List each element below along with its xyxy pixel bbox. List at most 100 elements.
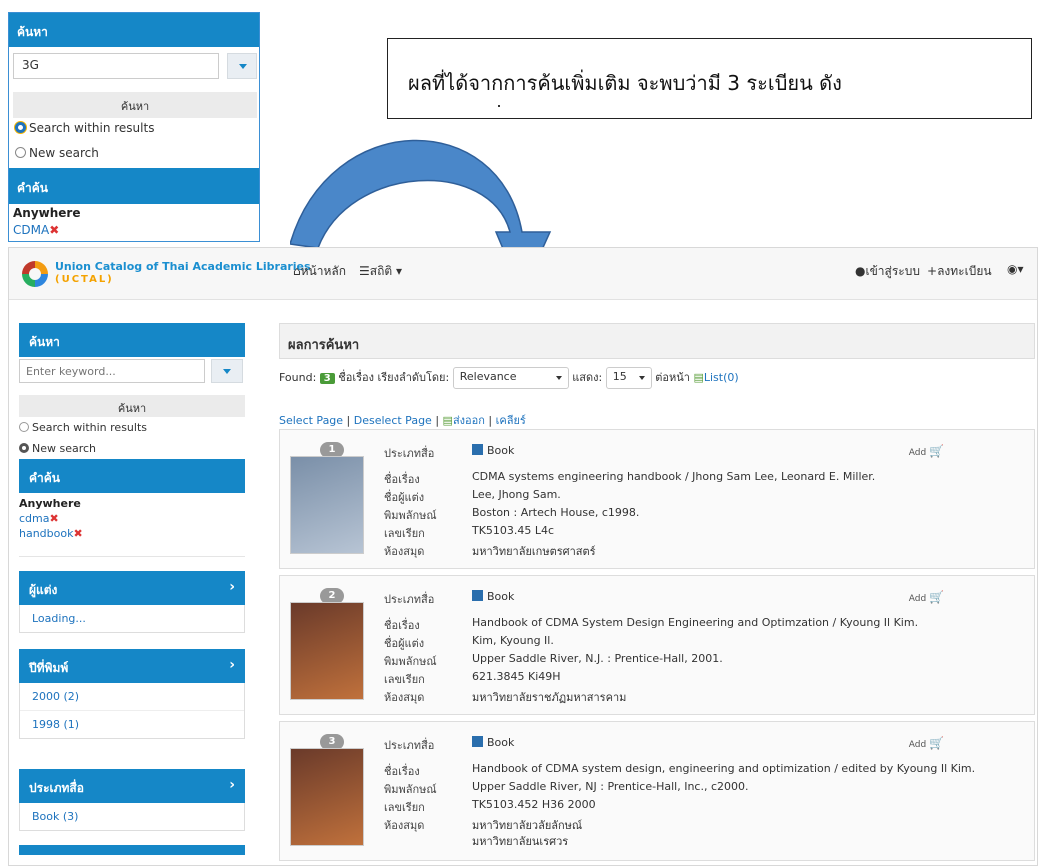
callno-value: 621.3845 Ki49H: [472, 670, 561, 683]
results-header: ผลการค้นหา: [279, 323, 1035, 359]
radio-selected-icon[interactable]: [19, 443, 29, 453]
facet-type-header[interactable]: ประเภทสื่อ ›: [19, 769, 245, 803]
book-cover-image[interactable]: [290, 748, 364, 846]
type-label: ประเภทสื่อ: [384, 739, 435, 752]
chevron-right-icon: ›: [229, 777, 235, 793]
home-icon: ⌂: [293, 264, 301, 278]
title-link[interactable]: CDMA systems engineering handbook / Jhon…: [472, 470, 875, 483]
title-label: ชื่อเรื่อง: [384, 473, 420, 486]
inset-term-label[interactable]: CDMA: [13, 223, 49, 237]
facet-author-header[interactable]: ผู้แต่ง ›: [19, 571, 245, 605]
results-toolbar: Found: 3 ชื่อเรื่อง เรียงลำดับโดย: Relev…: [279, 367, 1035, 391]
callout-dot: [498, 105, 500, 107]
inset-option-new[interactable]: New search: [15, 146, 99, 160]
cart-icon: 🛒: [929, 736, 944, 750]
term-label[interactable]: cdma: [19, 512, 50, 525]
radio-icon[interactable]: [19, 422, 29, 432]
author-label: ชื่อผู้แต่ง: [384, 637, 425, 650]
sidebar-term-cdma[interactable]: cdma✖: [19, 512, 245, 525]
sidebar-terms-header: คำค้น: [19, 459, 245, 493]
facet-year-item[interactable]: 1998 (1): [20, 710, 244, 738]
title-link[interactable]: Handbook of CDMA System Design Engineeri…: [472, 616, 918, 629]
book-icon: [472, 590, 483, 601]
list-link[interactable]: List(0): [704, 371, 739, 384]
publisher-label: พิมพลักษณ์: [384, 783, 437, 796]
callno-value: TK5103.452 H36 2000: [472, 798, 596, 811]
nav-stats-label: สถิติ: [369, 264, 393, 278]
library-link[interactable]: มหาวิทยาลัยนเรศวร: [472, 832, 568, 850]
nav-stats[interactable]: ☰สถิติ ▾: [359, 262, 402, 281]
caret-down-icon: ▾: [395, 264, 403, 278]
remove-icon[interactable]: ✖: [50, 512, 59, 525]
type-value: Book: [472, 444, 514, 457]
library-link[interactable]: มหาวิทยาลัยราชภัฏมหาสารคาม: [472, 688, 626, 706]
divider: [19, 556, 245, 557]
inset-option-within[interactable]: Search within results: [15, 121, 154, 135]
remove-icon[interactable]: ✖: [73, 527, 82, 540]
callno-value: TK5103.45 L4c: [472, 524, 555, 537]
library-link[interactable]: มหาวิทยาลัยเกษตรศาสตร์: [472, 542, 596, 560]
plus-icon: +: [927, 264, 938, 278]
catalog-screenshot: Union Catalog of Thai Academic Libraries…: [8, 247, 1038, 866]
nav-login[interactable]: ●เข้าสู่ระบบ: [855, 262, 920, 281]
facet-next-header[interactable]: [19, 845, 245, 855]
radio-icon[interactable]: [15, 147, 26, 158]
per-page-label: ต่อหน้า: [655, 371, 690, 384]
clear-link[interactable]: เคลียร์: [496, 414, 526, 427]
book-cover-image[interactable]: [290, 456, 364, 554]
library-label: ห้องสมุด: [384, 691, 425, 704]
facet-type-item[interactable]: Book (3): [20, 803, 244, 830]
nav-register-label: ลงทะเบียน: [937, 264, 992, 278]
sidebar-search-header: ค้นหา: [19, 323, 245, 357]
term-label[interactable]: handbook: [19, 527, 73, 540]
result-card: 2 ประเภทสื่อ Book ชื่อเรื่อง Handbook of…: [279, 575, 1035, 715]
inset-search-button[interactable]: ค้นหา: [13, 92, 257, 118]
author-value: Kim, Kyoung Il.: [472, 634, 554, 647]
inset-dropdown-button[interactable]: [227, 53, 257, 79]
deselect-page-link[interactable]: Deselect Page: [354, 414, 432, 427]
nav-register[interactable]: +ลงทะเบียน: [927, 262, 992, 281]
add-button[interactable]: Add 🛒: [909, 736, 944, 750]
add-button[interactable]: Add 🛒: [909, 590, 944, 604]
select-page-link[interactable]: Select Page: [279, 414, 343, 427]
facet-year-body: 2000 (2) 1998 (1): [19, 683, 245, 739]
callno-label: เลขเรียก: [384, 801, 425, 814]
export-icon: ▤: [442, 414, 453, 427]
facet-type-body: Book (3): [19, 803, 245, 831]
keyword-dropdown-button[interactable]: [211, 359, 243, 383]
facet-year-header[interactable]: ปีที่พิมพ์ ›: [19, 649, 245, 683]
result-card: 3 ประเภทสื่อ Book ชื่อเรื่อง Handbook of…: [279, 721, 1035, 861]
type-text: Book: [487, 444, 515, 457]
export-link[interactable]: ส่งออก: [453, 414, 485, 427]
sidebar-option-within[interactable]: Search within results: [19, 421, 245, 434]
sidebar-option-new[interactable]: New search: [19, 442, 245, 455]
callno-label: เลขเรียก: [384, 673, 425, 686]
title-link[interactable]: Handbook of CDMA system design, engineer…: [472, 762, 975, 775]
radio-selected-icon[interactable]: [15, 122, 26, 133]
brand-title[interactable]: Union Catalog of Thai Academic Libraries: [55, 260, 311, 273]
inset-term-cdma[interactable]: CDMA✖: [13, 223, 59, 237]
book-cover-image[interactable]: [290, 602, 364, 700]
facet-year-label: ปีที่พิมพ์: [29, 661, 69, 675]
inset-search-input[interactable]: 3G: [13, 53, 219, 79]
type-text: Book: [487, 590, 515, 603]
publisher-value: Upper Saddle River, NJ : Prentice-Hall, …: [472, 780, 749, 793]
sidebar-term-handbook[interactable]: handbook✖: [19, 527, 245, 540]
type-label: ประเภทสื่อ: [384, 593, 435, 606]
keyword-input[interactable]: [19, 359, 205, 383]
book-icon: [472, 444, 483, 455]
cart-icon: 🛒: [929, 590, 944, 604]
nav-home[interactable]: ⌂หน้าหลัก: [293, 262, 346, 281]
per-page-select[interactable]: 15: [605, 367, 652, 389]
remove-icon[interactable]: ✖: [49, 223, 59, 237]
nav-login-label: เข้าสู่ระบบ: [865, 264, 920, 278]
publisher-value: Boston : Artech House, c1998.: [472, 506, 640, 519]
sidebar-anywhere-label: Anywhere: [19, 497, 81, 510]
add-button[interactable]: Add 🛒: [909, 444, 944, 458]
facet-year-item[interactable]: 2000 (2): [20, 683, 244, 710]
publisher-label: พิมพลักษณ์: [384, 655, 437, 668]
list-icon: ▤: [693, 371, 704, 384]
sidebar-search-button[interactable]: ค้นหา: [19, 395, 245, 417]
sort-select[interactable]: Relevance: [452, 367, 569, 389]
nav-language[interactable]: ◉▾: [1007, 262, 1024, 276]
